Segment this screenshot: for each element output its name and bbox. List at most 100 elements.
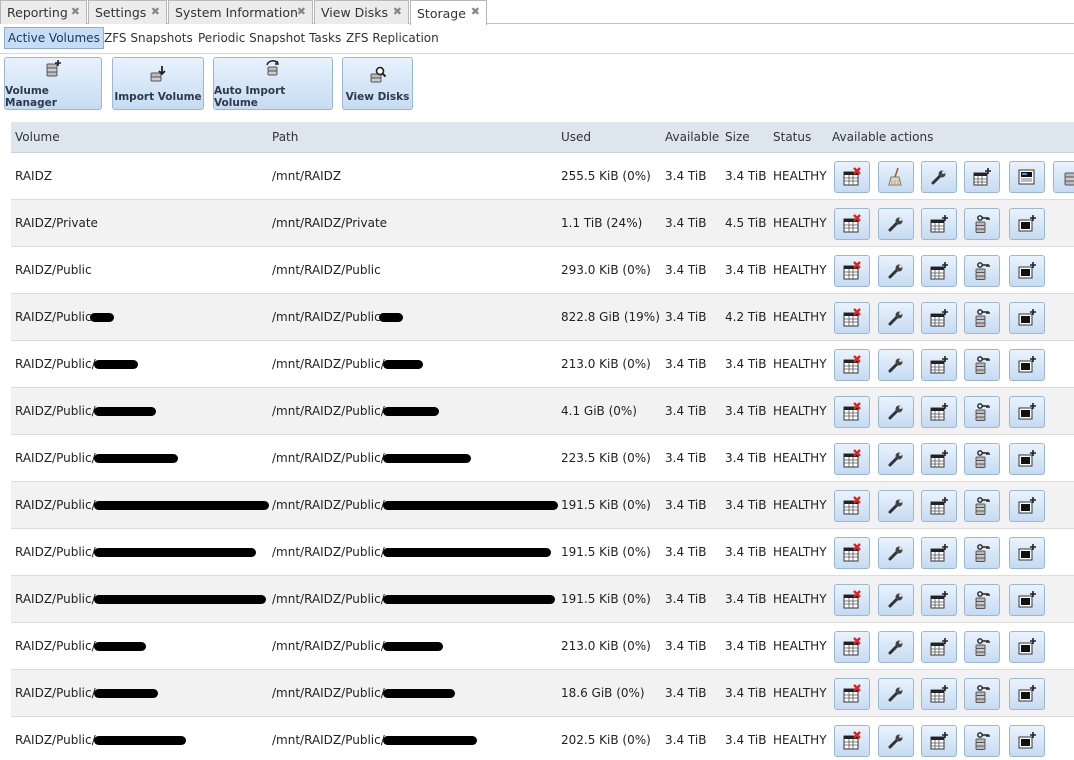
change-permissions-button[interactable] [964, 443, 1000, 475]
detach-volume-button[interactable] [834, 349, 870, 381]
detach-volume-button[interactable] [834, 302, 870, 334]
scrub-volume-button[interactable] [878, 161, 914, 193]
change-permissions-button[interactable] [964, 678, 1000, 710]
column-header-available[interactable]: Available [665, 130, 719, 144]
column-header-volume[interactable]: Volume [15, 130, 60, 144]
detach-volume-button[interactable] [834, 255, 870, 287]
edit-options-button[interactable] [878, 584, 914, 616]
create-dataset-button[interactable] [921, 584, 957, 616]
change-permissions-button[interactable] [964, 255, 1000, 287]
change-permissions-button[interactable] [964, 631, 1000, 663]
change-permissions-button[interactable] [964, 302, 1000, 334]
edit-options-button[interactable] [921, 161, 957, 193]
detach-volume-button[interactable] [834, 725, 870, 757]
create-zvol-button[interactable] [1009, 443, 1045, 475]
close-icon[interactable]: ✖ [393, 5, 402, 18]
table-row[interactable]: RAIDZ/Public/mnt/RAIDZ/Public 293.0 KiB (… [11, 247, 1074, 294]
edit-options-button[interactable] [878, 208, 914, 240]
change-permissions-button[interactable] [964, 208, 1000, 240]
edit-options-button[interactable] [878, 396, 914, 428]
create-dataset-button[interactable] [921, 631, 957, 663]
column-header-used[interactable]: Used [561, 130, 591, 144]
column-header-status[interactable]: Status [773, 130, 811, 144]
volume-manager-button[interactable]: Volume Manager [4, 57, 102, 110]
detach-volume-button[interactable] [834, 161, 870, 193]
edit-options-button[interactable] [878, 537, 914, 569]
create-dataset-button[interactable] [921, 349, 957, 381]
close-icon[interactable]: ✖ [471, 5, 480, 18]
edit-options-button[interactable] [878, 678, 914, 710]
edit-options-button[interactable] [878, 349, 914, 381]
edit-options-button[interactable] [878, 302, 914, 334]
table-row[interactable]: RAIDZ/Public/ /mnt/RAIDZ/Public/202.5 KiB… [11, 717, 1074, 760]
create-dataset-button[interactable] [921, 302, 957, 334]
create-zvol-button[interactable] [1009, 396, 1045, 428]
subtab-zfs-replication[interactable]: ZFS Replication [343, 27, 442, 49]
close-icon[interactable]: ✖ [71, 5, 80, 18]
table-row[interactable]: RAIDZ/Public/ /mnt/RAIDZ/Public/191.5 KiB… [11, 576, 1074, 623]
table-row[interactable]: RAIDZ/Public/ /mnt/RAIDZ/Public/18.6 GiB … [11, 670, 1074, 717]
edit-options-button[interactable] [878, 631, 914, 663]
close-icon[interactable]: ✖ [151, 5, 160, 18]
create-dataset-button[interactable] [921, 443, 957, 475]
create-dataset-button[interactable] [921, 490, 957, 522]
create-dataset-button[interactable] [921, 396, 957, 428]
close-icon[interactable]: ✖ [297, 5, 306, 18]
upgrade-button[interactable] [1009, 161, 1045, 193]
create-dataset-button[interactable] [964, 161, 1000, 193]
create-zvol-button[interactable] [1009, 490, 1045, 522]
detach-volume-button[interactable] [834, 396, 870, 428]
table-row[interactable]: RAIDZ/Public/ /mnt/RAIDZ/Public/4.1 GiB (… [11, 388, 1074, 435]
create-zvol-button[interactable] [1009, 584, 1045, 616]
column-header-size[interactable]: Size [725, 130, 750, 144]
create-zvol-button[interactable] [1009, 208, 1045, 240]
detach-volume-button[interactable] [834, 490, 870, 522]
edit-options-button[interactable] [878, 443, 914, 475]
table-row[interactable]: RAIDZ/mnt/RAIDZ 255.5 KiB (0%) 3.4 TiB 3.4 … [11, 153, 1074, 200]
create-zvol-button[interactable] [1009, 537, 1045, 569]
change-permissions-button[interactable] [964, 725, 1000, 757]
change-permissions-button[interactable] [964, 396, 1000, 428]
create-dataset-button[interactable] [921, 255, 957, 287]
subtab-zfs-snapshots[interactable]: ZFS Snapshots [101, 27, 196, 49]
create-zvol-button[interactable] [1009, 678, 1045, 710]
auto-import-volume-button[interactable]: Auto Import Volume [213, 57, 333, 110]
create-dataset-button[interactable] [921, 537, 957, 569]
tab-reporting[interactable]: Reporting ✖ [0, 0, 87, 24]
table-row[interactable]: RAIDZ/Public/mnt/RAIDZ/Public 822.8 GiB (… [11, 294, 1074, 341]
detach-volume-button[interactable] [834, 537, 870, 569]
table-row[interactable]: RAIDZ/Private/mnt/RAIDZ/Private 1.1 TiB (… [11, 200, 1074, 247]
table-row[interactable]: RAIDZ/Public/ /mnt/RAIDZ/Public/191.5 KiB… [11, 529, 1074, 576]
detach-volume-button[interactable] [834, 443, 870, 475]
tab-settings[interactable]: Settings ✖ [88, 0, 167, 24]
import-volume-button[interactable]: Import Volume [112, 57, 204, 110]
create-zvol-button[interactable] [1009, 255, 1045, 287]
create-zvol-button[interactable] [1009, 725, 1045, 757]
create-dataset-button[interactable] [921, 725, 957, 757]
detach-volume-button[interactable] [834, 584, 870, 616]
edit-options-button[interactable] [878, 490, 914, 522]
detach-volume-button[interactable] [834, 208, 870, 240]
table-row[interactable]: RAIDZ/Public/ /mnt/RAIDZ/Public/213.0 KiB… [11, 341, 1074, 388]
create-dataset-button[interactable] [921, 678, 957, 710]
view-disks-button[interactable]: View Disks [342, 57, 413, 110]
edit-options-button[interactable] [878, 725, 914, 757]
create-zvol-button[interactable] [1009, 631, 1045, 663]
change-permissions-button[interactable] [964, 537, 1000, 569]
change-permissions-button[interactable] [964, 490, 1000, 522]
subtab-periodic-snapshot-tasks[interactable]: Periodic Snapshot Tasks [195, 27, 344, 49]
change-permissions-button[interactable] [964, 584, 1000, 616]
detach-volume-button[interactable] [834, 631, 870, 663]
tab-system-information[interactable]: System Information ✖ [168, 0, 313, 24]
volume-status-button[interactable] [1053, 161, 1074, 193]
create-dataset-button[interactable] [921, 208, 957, 240]
table-row[interactable]: RAIDZ/Public/ /mnt/RAIDZ/Public/223.5 KiB… [11, 435, 1074, 482]
subtab-active-volumes[interactable]: Active Volumes [4, 27, 104, 49]
edit-options-button[interactable] [878, 255, 914, 287]
change-permissions-button[interactable] [964, 349, 1000, 381]
table-row[interactable]: RAIDZ/Public/ /mnt/RAIDZ/Public/213.0 KiB… [11, 623, 1074, 670]
table-row[interactable]: RAIDZ/Public/ /mnt/RAIDZ/Public/191.5 KiB… [11, 482, 1074, 529]
create-zvol-button[interactable] [1009, 302, 1045, 334]
detach-volume-button[interactable] [834, 678, 870, 710]
tab-storage[interactable]: Storage ✖ [410, 0, 487, 25]
